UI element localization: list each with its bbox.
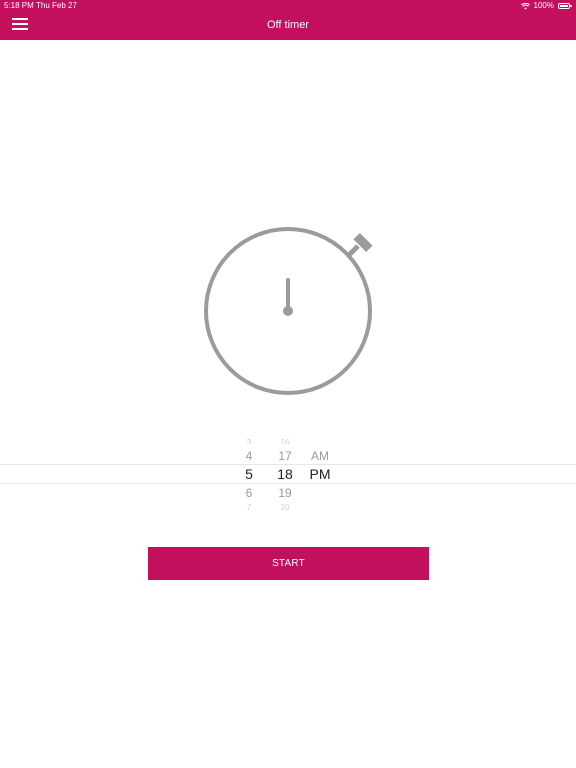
battery-percent: 100% [533, 1, 554, 10]
battery-icon [558, 3, 572, 9]
hour-option[interactable]: 6 [234, 486, 264, 500]
hour-option[interactable]: 4 [234, 449, 264, 463]
period-selected[interactable]: PM [305, 466, 335, 482]
page-title: Off timer [267, 19, 309, 31]
stopwatch-icon [204, 227, 373, 395]
status-date: Thu Feb 27 [36, 1, 77, 10]
stopwatch-crown-stem [346, 244, 360, 258]
hour-option[interactable]: 7 [234, 504, 264, 512]
wifi-icon [520, 2, 530, 10]
minute-option[interactable]: 19 [270, 486, 300, 500]
hour-selected[interactable]: 5 [234, 466, 264, 482]
stopwatch-pivot [283, 306, 293, 316]
period-option[interactable]: AM [305, 449, 335, 463]
hour-option[interactable]: 3 [234, 436, 264, 444]
app-header: 5:18 PM Thu Feb 27 100% Off timer [0, 0, 576, 40]
picker-divider-bottom [0, 483, 576, 484]
status-time: 5:18 PM [4, 1, 34, 10]
status-indicators: 100% [520, 1, 572, 11]
time-picker[interactable]: 3 4 5 6 7 16 17 18 19 20 AM PM [0, 436, 576, 512]
minute-selected[interactable]: 18 [270, 466, 300, 482]
minute-option[interactable]: 16 [270, 436, 300, 444]
start-button[interactable]: START [148, 547, 429, 580]
minute-option[interactable]: 17 [270, 449, 300, 463]
minute-option[interactable]: 20 [270, 504, 300, 512]
picker-divider-top [0, 464, 576, 465]
